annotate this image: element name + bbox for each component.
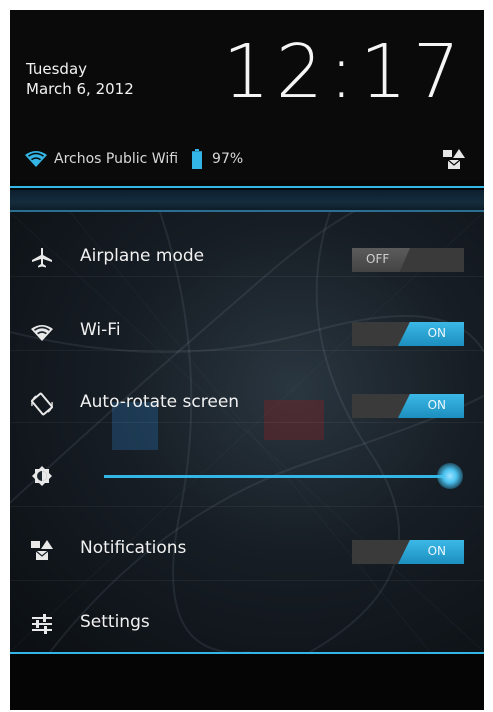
- notifications-row[interactable]: Notifications ON: [10, 518, 484, 582]
- auto-rotate-row[interactable]: Auto-rotate screen ON: [10, 372, 484, 436]
- airplane-mode-label: Airplane mode: [80, 246, 205, 266]
- date-day: Tuesday: [26, 60, 88, 78]
- quick-settings-panel: Airplane mode OFF Wi-Fi ON Auto-rotate s…: [10, 212, 484, 652]
- rotate-icon: [31, 392, 53, 416]
- notifications-icon: [31, 540, 53, 560]
- status-header: Tuesday March 6, 2012 12:17 Archos Publi…: [10, 10, 484, 180]
- date-full: March 6, 2012: [26, 80, 134, 98]
- brightness-slider-track[interactable]: [104, 475, 450, 478]
- wifi-label: Wi-Fi: [80, 320, 121, 340]
- battery-percent: 97%: [212, 151, 244, 167]
- wifi-row[interactable]: Wi-Fi ON: [10, 300, 484, 364]
- settings-sliders-icon: [32, 614, 52, 634]
- airplane-icon: [32, 248, 52, 268]
- wifi-toggle[interactable]: ON: [352, 322, 464, 346]
- wifi-icon: [25, 151, 47, 167]
- wifi-state: ON: [427, 326, 446, 340]
- status-row: Archos Public Wifi 97%: [24, 148, 243, 170]
- brightness-slider-thumb[interactable]: [437, 463, 463, 489]
- airplane-mode-row[interactable]: Airplane mode OFF: [10, 226, 484, 290]
- divider: [10, 186, 484, 188]
- airplane-mode-state: OFF: [366, 252, 390, 266]
- settings-label: Settings: [80, 612, 150, 632]
- notifications-state: ON: [427, 544, 446, 558]
- network-name: Archos Public Wifi: [54, 151, 179, 167]
- auto-rotate-label: Auto-rotate screen: [80, 392, 240, 412]
- brightness-icon: [32, 466, 52, 486]
- shade-handle[interactable]: [10, 654, 484, 710]
- wallpaper-strip: [10, 190, 484, 210]
- airplane-mode-toggle[interactable]: OFF: [352, 248, 464, 272]
- notifications-toggle[interactable]: ON: [352, 540, 464, 564]
- auto-rotate-state: ON: [427, 398, 446, 412]
- notifications-label: Notifications: [80, 538, 187, 558]
- battery-icon: [192, 149, 203, 169]
- clock: 12:17: [222, 29, 466, 115]
- wifi-icon: [31, 325, 53, 341]
- notifications-settings-icon[interactable]: [442, 148, 466, 170]
- notification-shade: Tuesday March 6, 2012 12:17 Archos Publi…: [10, 10, 484, 710]
- brightness-row: [10, 444, 484, 508]
- auto-rotate-toggle[interactable]: ON: [352, 394, 464, 418]
- settings-row[interactable]: Settings: [10, 592, 484, 652]
